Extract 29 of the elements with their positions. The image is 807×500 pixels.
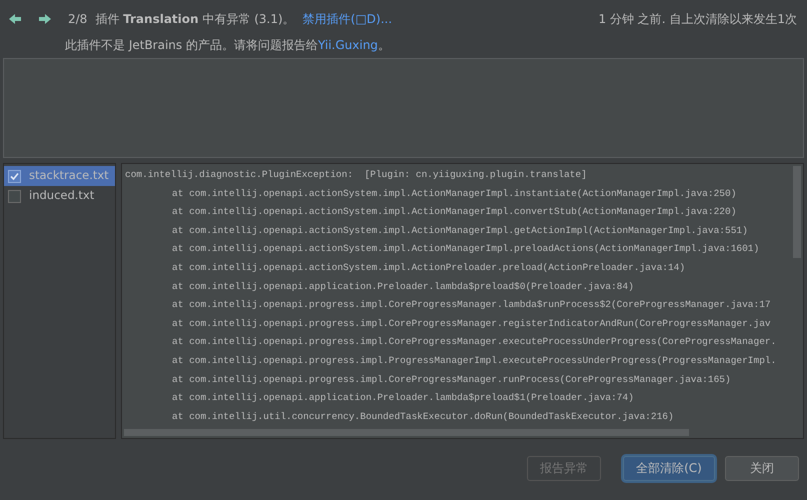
stack-trace-line: at com.intellij.openapi.actionSystem.impl.ActionPreloader.preload(ActionPreloader.java:14): [171, 260, 686, 275]
stack-trace-line: at com.intellij.openapi.progress.impl.ProgressManagerImpl.executeProcessUnderProgress(ProgressManagerImpl.: [171, 354, 778, 368]
stack-trace-line: at com.intellij.openapi.progress.impl.CoreProgressManager.executeProcessUnderProgress(CoreProgressManager.: [171, 335, 778, 350]
dialog-button[interactable]: 关闭: [725, 456, 799, 480]
stack-trace-line: at com.intellij.openapi.application.Preloader.lambda$preload$1(Preloader.java:74): [171, 391, 635, 406]
vendor-note: 此插件不是 JetBrains 的产品。请将问题报告给Yii.Guxing。: [65, 38, 390, 52]
disable-plugin-link[interactable]: 禁用插件(□D)...: [302, 10, 392, 28]
stack-trace-line: at com.intellij.openapi.progress.impl.CoreProgressManager.runProcess(CoreProgressManager.java:165): [171, 372, 732, 387]
comment-field[interactable]: [3, 58, 804, 158]
stack-trace-line: at com.intellij.openapi.progress.impl.CoreProgressManager.lambda$runProcess$2(CoreProgressManager.java:17: [171, 298, 772, 312]
stack-trace-line: at com.intellij.openapi.actionSystem.impl.ActionManagerImpl.convertStub(ActionManagerImpl.java:220): [171, 205, 738, 220]
attachment-item[interactable]: stacktrace.txt: [4, 166, 115, 186]
stack-trace-line: at com.intellij.openapi.actionSystem.impl.ActionManagerImpl.instantiate(ActionManagerImpl.java:250): [171, 186, 738, 201]
error-message: 插件 Translation 中有异常 (3.1)。: [95, 11, 295, 28]
forward-arrow-icon[interactable]: [38, 12, 52, 26]
stack-trace-line: at com.intellij.openapi.progress.impl.CoreProgressManager.registerIndicatorAndRun(CoreProgressManager.jav: [171, 316, 772, 331]
stack-trace-line: com.intellij.diagnostic.PluginException: [Plugin: cn.yiiguxing.plugin.translate]: [124, 168, 588, 182]
stack-trace-line: at com.intellij.openapi.application.Preloader.lambda$preload$0(Preloader.java:84): [171, 280, 635, 294]
dialog-button[interactable]: 全部清除(C): [623, 456, 715, 480]
stack-trace-line: at com.intellij.openapi.actionSystem.impl.ActionManagerImpl.preloadActions(ActionManagerImpl.java:1601): [171, 242, 760, 256]
time-text: 1 分钟 之前. 自上次清除以来发生1次: [598, 11, 797, 28]
checkbox[interactable]: [8, 170, 21, 182]
stack-trace-line: at com.intellij.openapi.actionSystem.impl.ActionManagerImpl.getActionImpl(ActionManagerImpl.java:551): [171, 224, 749, 238]
counter-text: 2/8: [68, 11, 88, 28]
attachment-item[interactable]: induced.txt: [4, 186, 115, 206]
author-link[interactable]: Yii.Guxing: [318, 38, 378, 52]
checkbox[interactable]: [8, 190, 21, 202]
stack-trace-line: at com.intellij.util.concurrency.BoundedTaskExecutor.doRun(BoundedTaskExecutor.java:216): [171, 410, 675, 424]
back-arrow-icon[interactable]: [8, 12, 22, 26]
